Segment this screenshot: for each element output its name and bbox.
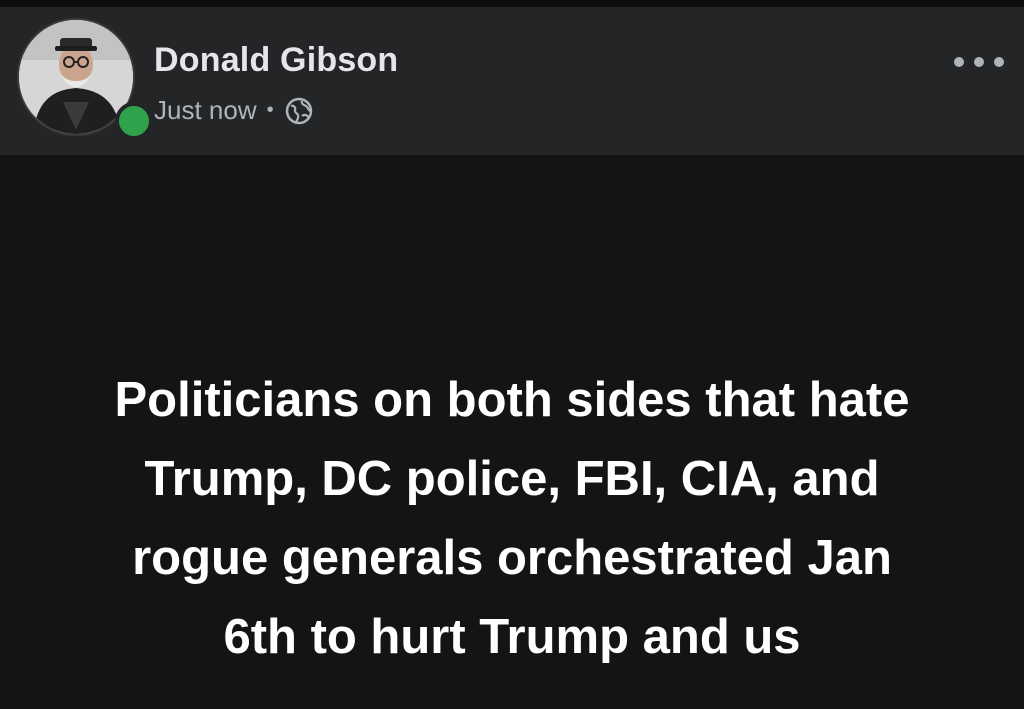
globe-icon[interactable] (284, 96, 314, 126)
more-dot (954, 57, 964, 67)
online-status-dot (115, 102, 153, 140)
post-timestamp[interactable]: Just now (154, 95, 257, 126)
post-text: Politicians on both sides that hate Trum… (20, 361, 1004, 677)
author-avatar-button[interactable] (17, 18, 153, 140)
more-dot (994, 57, 1004, 67)
status-bar-edge (0, 0, 1024, 7)
post-meta: Just now • (154, 95, 314, 126)
post-text-line: 6th to hurt Trump and us (223, 610, 801, 664)
more-dot (974, 57, 984, 67)
post-text-line: Politicians on both sides that hate (114, 373, 910, 427)
post-content-area: Politicians on both sides that hate Trum… (0, 155, 1024, 709)
facebook-post-screen: Donald Gibson Just now • Politicians on … (0, 0, 1024, 709)
author-name-link[interactable]: Donald Gibson (154, 41, 398, 80)
more-options-icon[interactable] (954, 47, 1004, 77)
meta-separator: • (266, 99, 274, 121)
post-text-line: Trump, DC police, FBI, CIA, and (144, 452, 880, 506)
post-header: Donald Gibson Just now • (0, 7, 1024, 155)
post-text-line: rogue generals orchestrated Jan (132, 531, 892, 585)
